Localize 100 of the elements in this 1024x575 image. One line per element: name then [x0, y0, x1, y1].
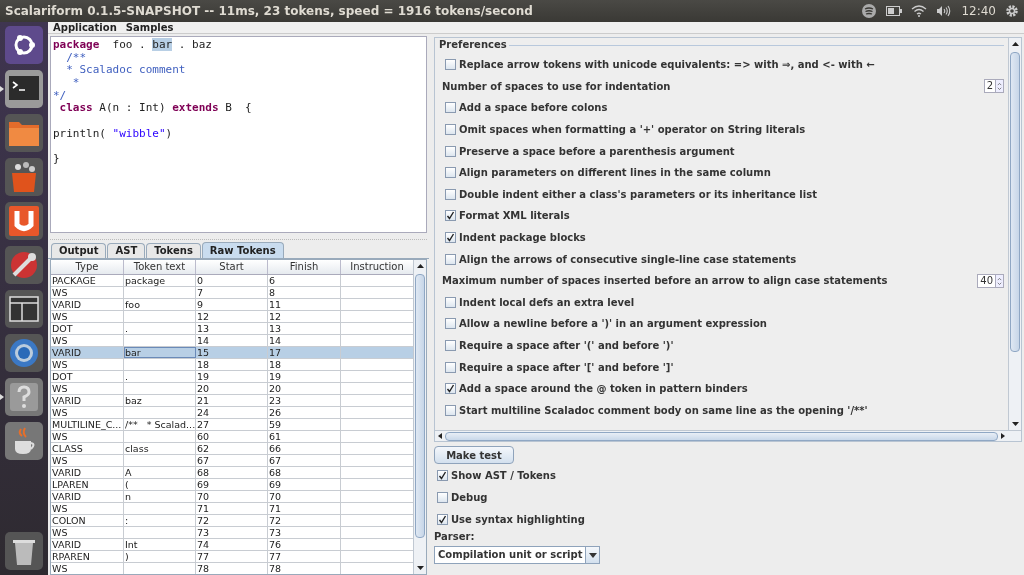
table-cell-text: 18 — [269, 359, 283, 370]
column-header[interactable]: Type — [51, 260, 124, 274]
checkbox[interactable] — [437, 491, 448, 503]
table-row[interactable]: DOT . 13 13 — [51, 323, 413, 335]
table-cell-text: 13 — [269, 323, 283, 334]
make-test-button[interactable]: Make test — [434, 446, 514, 464]
table-row[interactable]: VARID foo 9 11 — [51, 299, 413, 311]
wrench-icon[interactable] — [4, 245, 44, 285]
scrollbar[interactable] — [413, 260, 426, 574]
battery-icon[interactable] — [886, 6, 903, 16]
help-icon[interactable] — [4, 377, 44, 417]
tab[interactable]: AST — [107, 243, 146, 258]
table-row[interactable]: WS 24 26 — [51, 407, 413, 419]
scrollbar[interactable] — [1008, 38, 1021, 430]
table-cell-text: 0 — [197, 275, 205, 286]
tab[interactable]: Output — [51, 243, 107, 258]
shopping-bag-icon[interactable] — [4, 157, 44, 197]
volume-icon[interactable] — [936, 5, 953, 17]
table-cell-text: VARID — [52, 539, 83, 550]
number-spinner[interactable]: 2 — [983, 79, 1004, 94]
window-title: Scalariform 0.1.5-SNAPSHOT -- 11ms, 23 tokens, speed = 1916 tokens/second — [5, 3, 533, 20]
table-row[interactable]: LPAREN ( 69 69 — [51, 479, 413, 491]
parser-dropdown[interactable]: Compilation unit or script — [434, 546, 601, 564]
checkbox[interactable] — [445, 361, 456, 373]
code-token: extends — [172, 101, 219, 115]
checkbox[interactable] — [445, 167, 456, 179]
table-row[interactable]: WS 18 18 — [51, 359, 413, 371]
checkbox[interactable] — [445, 383, 456, 395]
table-cell-text: 68 — [269, 467, 283, 478]
caret-icon — [588, 552, 597, 558]
table-cell-text: 7 — [197, 287, 205, 298]
table-cell-text: . — [125, 323, 130, 334]
table-row[interactable]: VARID A 68 68 — [51, 467, 413, 479]
checkbox[interactable] — [445, 59, 456, 71]
music-app-icon[interactable] — [861, 3, 878, 19]
tab[interactable]: Tokens — [146, 243, 201, 258]
column-header[interactable]: Finish — [268, 260, 341, 274]
table-row[interactable]: DOT . 19 19 — [51, 371, 413, 383]
checkbox[interactable] — [445, 210, 456, 222]
table-cell-text: 66 — [269, 443, 283, 454]
table-cell-text: 69 — [197, 479, 211, 490]
table-row[interactable]: WS 71 71 — [51, 503, 413, 515]
terminal-icon[interactable] — [4, 69, 44, 109]
menu-item[interactable]: Application — [53, 21, 117, 34]
column-header[interactable]: Start — [196, 260, 268, 274]
code-token: println( — [53, 126, 107, 140]
table-cell-text: VARID — [52, 395, 83, 406]
checkbox[interactable] — [445, 318, 456, 330]
table-row[interactable]: VARID Int 74 76 — [51, 539, 413, 551]
code-editor[interactable]: package foo . bar . baz /** * Scaladoc comment * */ class A(n : Int) extends B { println( "wibble") } — [50, 36, 427, 233]
code-token: B { — [224, 101, 252, 115]
table-row[interactable]: VARID n 70 70 — [51, 491, 413, 503]
table-cell-text: class — [125, 443, 150, 454]
checkbox[interactable] — [445, 340, 456, 351]
checkbox[interactable] — [445, 188, 456, 200]
table-cell-text: DOT — [52, 323, 74, 334]
table-row[interactable]: WS 7 8 — [51, 287, 413, 299]
checkbox[interactable] — [445, 232, 456, 244]
table-row[interactable]: PACKAGE package 0 6 — [51, 275, 413, 287]
table-row[interactable]: VARID bar 15 17 — [51, 347, 413, 359]
checkbox[interactable] — [437, 469, 448, 481]
number-spinner[interactable]: 40 — [977, 273, 1004, 288]
checkbox[interactable] — [445, 124, 456, 136]
table-row[interactable]: MULTILINE_C... /** * Scalad... 27 59 — [51, 419, 413, 431]
settings-icon[interactable] — [1005, 4, 1019, 18]
folder-icon[interactable] — [4, 113, 44, 153]
checkbox[interactable] — [445, 102, 456, 114]
table-cell-text: CLASS — [52, 443, 84, 454]
table-row[interactable]: WS 12 12 — [51, 311, 413, 323]
table-cell-text: 71 — [197, 503, 211, 514]
table-row[interactable]: VARID baz 21 23 — [51, 395, 413, 407]
checkbox[interactable] — [445, 253, 456, 265]
option-label: Use syntax highlighting — [451, 512, 585, 527]
coffee-cup-icon[interactable] — [4, 421, 44, 461]
checkbox[interactable] — [445, 404, 456, 416]
clock[interactable]: 12:40 — [961, 2, 996, 20]
trash-icon[interactable] — [4, 531, 44, 571]
wifi-icon[interactable] — [911, 5, 928, 17]
column-header[interactable]: Token text — [124, 260, 196, 274]
option-label: Require a space after '[' and before ']' — [459, 360, 674, 375]
table-row[interactable]: RPAREN ) 77 77 — [51, 551, 413, 563]
table-cell-text: 70 — [269, 491, 283, 502]
window-icon[interactable] — [4, 289, 44, 329]
table-row[interactable]: CLASS class 62 66 — [51, 443, 413, 455]
table-row[interactable]: WS 60 61 — [51, 431, 413, 443]
table-row[interactable]: WS 73 73 — [51, 527, 413, 539]
table-row[interactable]: WS 14 14 — [51, 335, 413, 347]
table-row[interactable]: WS 20 20 — [51, 383, 413, 395]
menu-item[interactable]: Samples — [125, 21, 174, 34]
horizontal-scrollbar[interactable] — [435, 430, 1021, 441]
checkbox[interactable] — [437, 513, 448, 525]
letter-tile-icon[interactable] — [4, 201, 44, 241]
table-row[interactable]: COLON : 72 72 — [51, 515, 413, 527]
browser-icon[interactable] — [4, 333, 44, 373]
option-label: Omit spaces when formatting a '+' operator on String literals — [459, 123, 806, 138]
ubuntu-logo-icon[interactable] — [4, 25, 44, 65]
checkbox[interactable] — [445, 296, 456, 308]
checkbox[interactable] — [445, 145, 456, 157]
tab[interactable]: Raw Tokens — [201, 242, 284, 258]
table-row[interactable]: WS 67 67 — [51, 455, 413, 467]
